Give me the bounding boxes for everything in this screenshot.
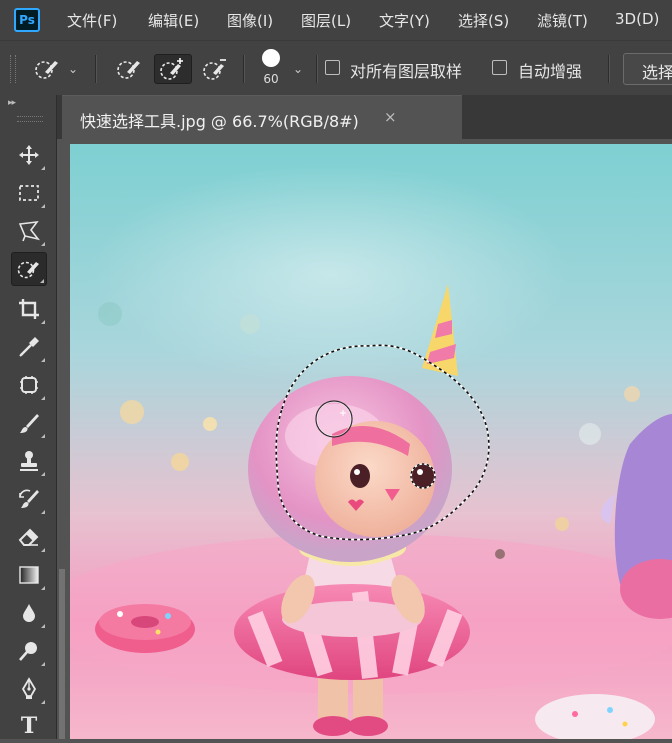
history-brush-tool[interactable] <box>11 482 47 516</box>
dodge-icon <box>19 642 37 661</box>
blur-drop-icon <box>23 604 35 622</box>
tools-panel: ▸▸ T <box>0 95 57 739</box>
dodge-tool[interactable] <box>11 634 47 668</box>
menu-edit[interactable]: 编辑(E) <box>148 10 199 31</box>
polygonal-lasso-icon <box>18 220 41 242</box>
auto-enhance-label: 自动增强 <box>518 62 583 81</box>
pen-tool[interactable] <box>11 672 47 706</box>
tool-flyout-indicator <box>41 624 45 628</box>
add-to-selection-button[interactable] <box>154 54 192 84</box>
divider <box>95 55 97 83</box>
quick-selection-tool[interactable] <box>11 252 47 286</box>
menu-type[interactable]: 文字(Y) <box>379 10 430 31</box>
divider <box>316 55 318 83</box>
eraser-icon <box>18 528 39 546</box>
document-tab[interactable]: 快速选择工具.jpg @ 66.7%(RGB/8#) × <box>62 95 462 139</box>
subtract-from-selection-button[interactable] <box>198 54 234 84</box>
crop-icon <box>19 299 39 319</box>
document-tab-bar: 快速选择工具.jpg @ 66.7%(RGB/8#) × <box>57 95 672 139</box>
clone-stamp-tool[interactable] <box>11 444 47 478</box>
document-canvas[interactable] <box>70 144 672 739</box>
document-tab-title[interactable]: 快速选择工具.jpg @ 66.7%(RGB/8#) <box>80 108 359 132</box>
tool-flyout-indicator <box>41 358 45 362</box>
move-icon <box>19 145 39 165</box>
tool-flyout-indicator <box>40 279 44 283</box>
quick-selection-icon <box>17 261 39 279</box>
select-subject-button[interactable]: 选择 <box>623 53 672 85</box>
chevron-down-icon[interactable]: ⌄ <box>68 62 78 76</box>
lasso-tool[interactable] <box>11 214 47 248</box>
tool-flyout-indicator <box>41 242 45 246</box>
sample-all-layers-checkbox[interactable] <box>325 60 340 75</box>
close-icon[interactable]: × <box>384 108 397 126</box>
quick-selection-icon <box>35 61 58 79</box>
canvas-workspace <box>57 139 672 739</box>
tool-flyout-indicator <box>41 662 45 666</box>
tool-flyout-indicator <box>41 396 45 400</box>
menu-image[interactable]: 图像(I) <box>227 10 273 31</box>
tool-preset-picker[interactable] <box>28 54 68 84</box>
menu-filter[interactable]: 滤镜(T) <box>537 10 588 31</box>
options-bar-grip[interactable] <box>10 55 16 83</box>
sample-all-layers-label: 对所有图层取样 <box>350 62 463 81</box>
menu-layer[interactable]: 图层(L) <box>301 10 351 31</box>
eyedropper-icon <box>19 337 39 357</box>
menu-3d[interactable]: 3D(D) <box>615 10 659 28</box>
healing-brush-tool[interactable] <box>11 368 47 402</box>
subtract-selection-icon <box>203 59 226 80</box>
new-selection-icon <box>117 61 140 79</box>
type-icon: T <box>20 713 38 739</box>
auto-enhance-checkbox[interactable] <box>492 60 507 75</box>
tool-flyout-indicator <box>41 586 45 590</box>
menu-bar: Ps 文件(F) 编辑(E) 图像(I) 图层(L) 文字(Y) 选择(S) 滤… <box>0 0 672 40</box>
tool-flyout-indicator <box>41 166 45 170</box>
tool-flyout-indicator <box>41 700 45 704</box>
tool-flyout-indicator <box>41 510 45 514</box>
tool-flyout-indicator <box>41 548 45 552</box>
chevron-down-icon[interactable]: ⌄ <box>293 62 303 76</box>
stamp-icon <box>20 451 38 471</box>
type-tool[interactable]: T <box>11 709 47 743</box>
new-selection-button[interactable] <box>112 54 148 84</box>
marquee-tool[interactable] <box>11 176 47 210</box>
brush-preview-icon[interactable] <box>262 49 280 67</box>
pen-icon <box>21 677 37 699</box>
tool-flyout-indicator <box>41 320 45 324</box>
blur-tool[interactable] <box>11 596 47 630</box>
eyedropper-tool[interactable] <box>11 330 47 364</box>
options-bar: ⌄ 60 ⌄ 对所有图层取样 自动增强 选择 <box>0 40 672 96</box>
crop-tool[interactable] <box>11 292 47 326</box>
move-tool[interactable] <box>11 138 47 172</box>
divider <box>243 55 245 83</box>
menu-file[interactable]: 文件(F) <box>67 10 117 31</box>
canvas-edge <box>59 569 65 739</box>
eraser-tool[interactable] <box>11 520 47 554</box>
history-brush-icon <box>19 489 39 508</box>
photo-toy-figure <box>70 144 672 739</box>
gradient-tool[interactable] <box>11 558 47 592</box>
rect-marquee-icon <box>19 185 39 201</box>
tool-flyout-indicator <box>41 472 45 476</box>
healing-icon <box>20 376 38 394</box>
add-selection-icon <box>160 58 183 80</box>
brush-tool[interactable] <box>11 406 47 440</box>
brush-size-value[interactable]: 60 <box>256 72 286 86</box>
panel-grip[interactable] <box>17 116 43 122</box>
photoshop-logo: Ps <box>14 8 40 32</box>
tool-flyout-indicator <box>41 434 45 438</box>
divider <box>608 55 610 83</box>
brush-icon <box>20 414 39 433</box>
tool-flyout-indicator <box>41 204 45 208</box>
collapse-panel-icon[interactable]: ▸▸ <box>8 98 16 108</box>
gradient-icon <box>19 566 39 584</box>
menu-select[interactable]: 选择(S) <box>458 10 509 31</box>
